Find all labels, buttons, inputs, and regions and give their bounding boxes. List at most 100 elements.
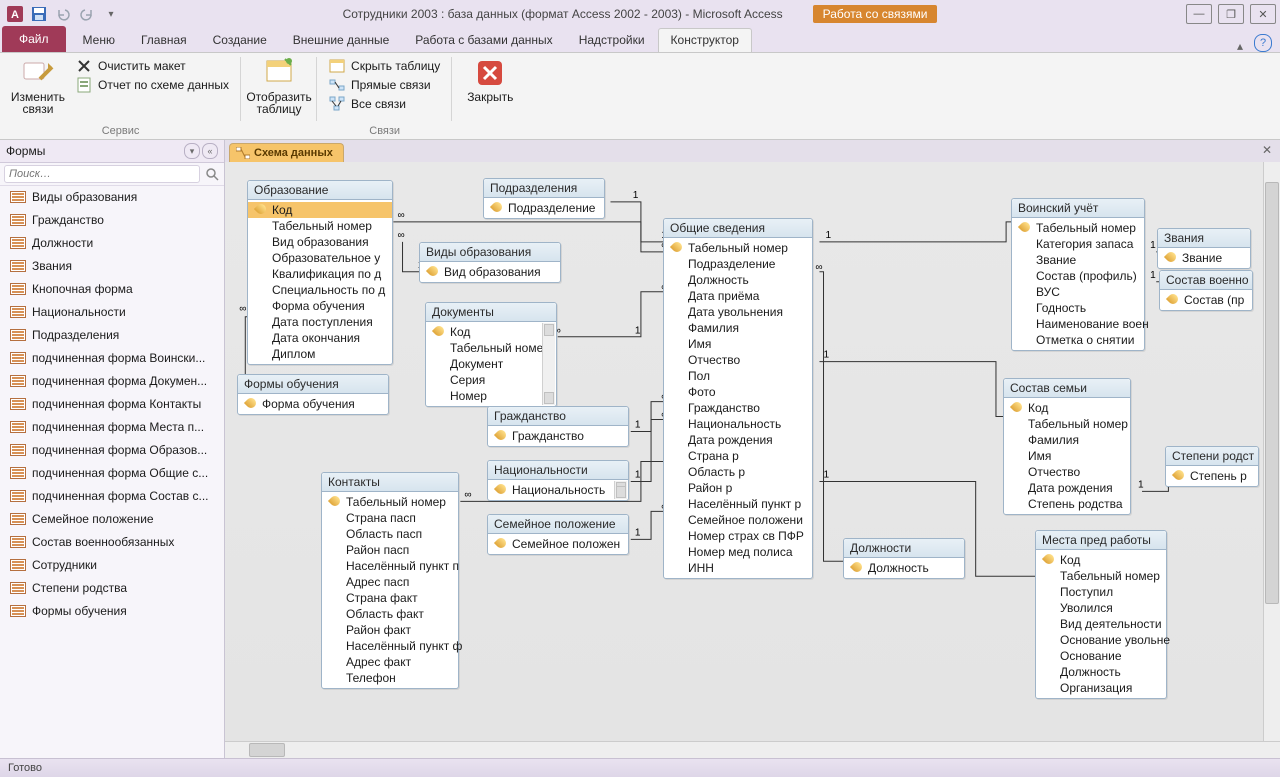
tab-menu[interactable]: Меню (70, 28, 128, 52)
nav-item[interactable]: Виды образования (0, 186, 224, 209)
nav-item[interactable]: Кнопочная форма (0, 278, 224, 301)
save-icon[interactable] (28, 3, 50, 25)
table-family[interactable]: Состав семьиКодТабельный номерФамилияИмя… (1003, 378, 1131, 515)
field[interactable]: Табельный номер (1036, 568, 1166, 584)
nav-item[interactable]: Степени родства (0, 577, 224, 600)
close-window-button[interactable]: ✕ (1250, 4, 1276, 24)
field[interactable]: Пол (664, 368, 812, 384)
table-common[interactable]: Общие сведенияТабельный номерПодразделен… (663, 218, 813, 579)
table-jobs[interactable]: Места пред работыКодТабельный номерПосту… (1035, 530, 1167, 699)
nav-item[interactable]: подчиненная форма Общие с... (0, 462, 224, 485)
field[interactable]: Табельный номер (426, 340, 556, 356)
search-icon[interactable] (204, 166, 220, 182)
nav-item[interactable]: Семейное положение (0, 508, 224, 531)
redo-icon[interactable] (76, 3, 98, 25)
close-button[interactable]: Закрыть (460, 55, 520, 103)
show-table-button[interactable]: Отобразить таблицу (249, 55, 309, 115)
tab-create[interactable]: Создание (200, 28, 280, 52)
field[interactable]: Имя (1004, 448, 1130, 464)
tab-dbtools[interactable]: Работа с базами данных (402, 28, 565, 52)
table-header[interactable]: Виды образования (420, 243, 560, 262)
nav-item[interactable]: Национальности (0, 301, 224, 324)
field[interactable]: Дата поступления (248, 314, 392, 330)
field[interactable]: Фамилия (664, 320, 812, 336)
field[interactable]: Номер (426, 388, 556, 404)
table-edu_form[interactable]: Формы обученияФорма обучения (237, 374, 389, 415)
field[interactable]: Степень р (1166, 468, 1258, 484)
field[interactable]: Дата приёма (664, 288, 812, 304)
nav-collapse-icon[interactable]: « (202, 143, 218, 159)
tab-addins[interactable]: Надстройки (566, 28, 658, 52)
field[interactable]: Состав (профиль) (1012, 268, 1144, 284)
table-header[interactable]: Семейное положение (488, 515, 628, 534)
field[interactable]: Основание увольне (1036, 632, 1166, 648)
field[interactable]: Код (426, 324, 556, 340)
field[interactable]: Район факт (322, 622, 458, 638)
edit-relations-button[interactable]: Изменить связи (8, 55, 68, 115)
field[interactable]: Подразделение (664, 256, 812, 272)
field[interactable]: Район р (664, 480, 812, 496)
table-military[interactable]: Воинский учётТабельный номерКатегория за… (1011, 198, 1145, 351)
field[interactable]: Годность (1012, 300, 1144, 316)
table-kinship[interactable]: Степени родстСтепень р (1165, 446, 1259, 487)
field[interactable]: Национальность (664, 416, 812, 432)
minimize-button[interactable]: — (1186, 4, 1212, 24)
field[interactable]: ИНН (664, 560, 812, 576)
field[interactable]: Табельный номер (248, 218, 392, 234)
nav-item[interactable]: Должности (0, 232, 224, 255)
relationship-report-button[interactable]: Отчет по схеме данных (72, 76, 233, 94)
nav-item[interactable]: Сотрудники (0, 554, 224, 577)
field[interactable]: Основание (1036, 648, 1166, 664)
table-header[interactable]: Подразделения (484, 179, 604, 198)
field[interactable]: Населённый пункт р (664, 496, 812, 512)
field[interactable]: Уволился (1036, 600, 1166, 616)
tab-designer[interactable]: Конструктор (658, 28, 752, 52)
field[interactable]: Степень родства (1004, 496, 1130, 512)
table-marital[interactable]: Семейное положение Семейное положен (487, 514, 629, 555)
hide-table-button[interactable]: Скрыть таблицу (325, 57, 444, 75)
field[interactable]: Фото (664, 384, 812, 400)
table-nation[interactable]: НациональностиНациональность (487, 460, 629, 501)
table-ranks[interactable]: ЗванияЗвание (1157, 228, 1251, 269)
field[interactable]: Специальность по д (248, 282, 392, 298)
field[interactable]: Фамилия (1004, 432, 1130, 448)
field[interactable]: Должность (664, 272, 812, 288)
nav-item[interactable]: подчиненная форма Образов... (0, 439, 224, 462)
field[interactable]: Код (1036, 552, 1166, 568)
nav-item[interactable]: подчиненная форма Воински... (0, 347, 224, 370)
table-scrollbar[interactable] (614, 481, 627, 499)
table-scrollbar[interactable] (542, 323, 555, 405)
table-header[interactable]: Состав военно (1160, 271, 1252, 290)
table-header[interactable]: Гражданство (488, 407, 628, 426)
field[interactable]: Страна факт (322, 590, 458, 606)
field[interactable]: Семейное положен (488, 536, 628, 552)
table-header[interactable]: Звания (1158, 229, 1250, 248)
field[interactable]: Образовательное у (248, 250, 392, 266)
table-header[interactable]: Формы обучения (238, 375, 388, 394)
field[interactable]: Должность (1036, 664, 1166, 680)
field[interactable]: Должность (844, 560, 964, 576)
tab-external[interactable]: Внешние данные (280, 28, 403, 52)
field[interactable]: Семейное положени (664, 512, 812, 528)
field[interactable]: Гражданство (664, 400, 812, 416)
tab-file[interactable]: Файл (2, 26, 66, 52)
table-header[interactable]: Воинский учёт (1012, 199, 1144, 218)
field[interactable]: Табельный номер (664, 240, 812, 256)
field[interactable]: Организация (1036, 680, 1166, 696)
field[interactable]: Дата увольнения (664, 304, 812, 320)
field[interactable]: Область факт (322, 606, 458, 622)
field[interactable]: Табельный номер (1012, 220, 1144, 236)
field[interactable]: Форма обучения (248, 298, 392, 314)
field[interactable]: Документ (426, 356, 556, 372)
nav-item[interactable]: подчиненная форма Докумен... (0, 370, 224, 393)
field[interactable]: Населённый пункт ф (322, 638, 458, 654)
field[interactable]: Табельный номер (322, 494, 458, 510)
field[interactable]: Код (1004, 400, 1130, 416)
undo-icon[interactable] (52, 3, 74, 25)
field[interactable]: Состав (пр (1160, 292, 1252, 308)
nav-item[interactable]: Формы обучения (0, 600, 224, 623)
table-header[interactable]: Образование (248, 181, 392, 200)
help-icon[interactable]: ? (1254, 34, 1272, 52)
field[interactable]: Поступил (1036, 584, 1166, 600)
table-header[interactable]: Состав семьи (1004, 379, 1130, 398)
